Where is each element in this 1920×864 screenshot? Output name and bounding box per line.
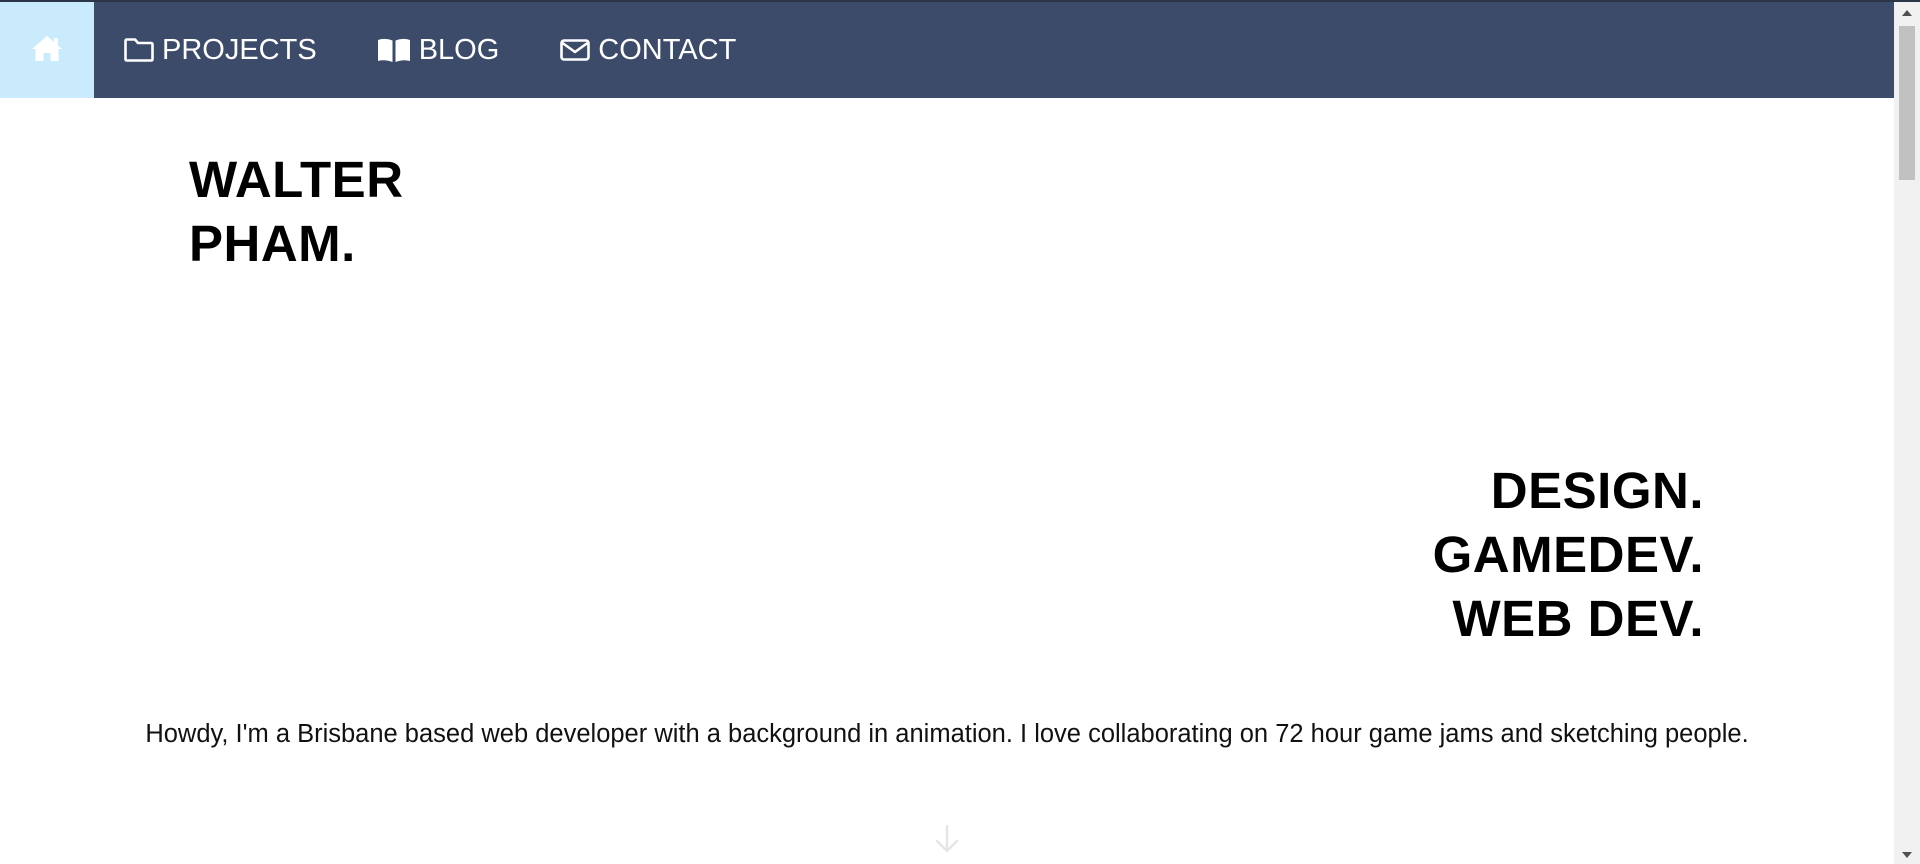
skill-design: DESIGN.: [1490, 462, 1704, 519]
arrow-down-icon: [930, 824, 964, 860]
scroll-down-button[interactable]: [1894, 844, 1920, 864]
book-icon: [376, 36, 412, 64]
nav-blog-link[interactable]: BLOG: [376, 33, 500, 67]
vertical-scrollbar[interactable]: [1894, 2, 1920, 864]
navbar: PROJECTS BLOG CONTACT: [0, 2, 1894, 98]
envelope-icon: [559, 37, 591, 63]
nav-projects-label: PROJECTS: [162, 33, 317, 66]
skill-webdev: WEB DEV.: [1452, 590, 1704, 647]
scroll-up-button[interactable]: [1894, 2, 1920, 22]
triangle-down-icon: [1902, 845, 1912, 863]
nav-contact-label: CONTACT: [598, 33, 737, 66]
folder-icon: [123, 37, 155, 63]
page: PROJECTS BLOG CONTACT WALTER PHAM. DESIG…: [0, 0, 1920, 864]
home-icon: [30, 33, 64, 68]
scroll-down-arrow[interactable]: [930, 822, 964, 856]
hero-name: WALTER PHAM.: [189, 148, 404, 276]
hero-skills: DESIGN. GAMEDEV. WEB DEV.: [1433, 459, 1704, 651]
nav-blog-label: BLOG: [418, 33, 500, 66]
nav-contact-link[interactable]: CONTACT: [559, 34, 736, 67]
triangle-up-icon: [1902, 3, 1912, 21]
hero-name-line2: PHAM.: [189, 215, 356, 272]
scrollbar-thumb[interactable]: [1899, 26, 1915, 180]
nav-projects-link[interactable]: PROJECTS: [123, 34, 317, 67]
hero-name-line1: WALTER: [189, 151, 404, 208]
nav-home-button[interactable]: [0, 2, 94, 98]
skill-gamedev: GAMEDEV.: [1432, 526, 1704, 583]
intro-text: Howdy, I'm a Brisbane based web develope…: [145, 720, 1749, 748]
